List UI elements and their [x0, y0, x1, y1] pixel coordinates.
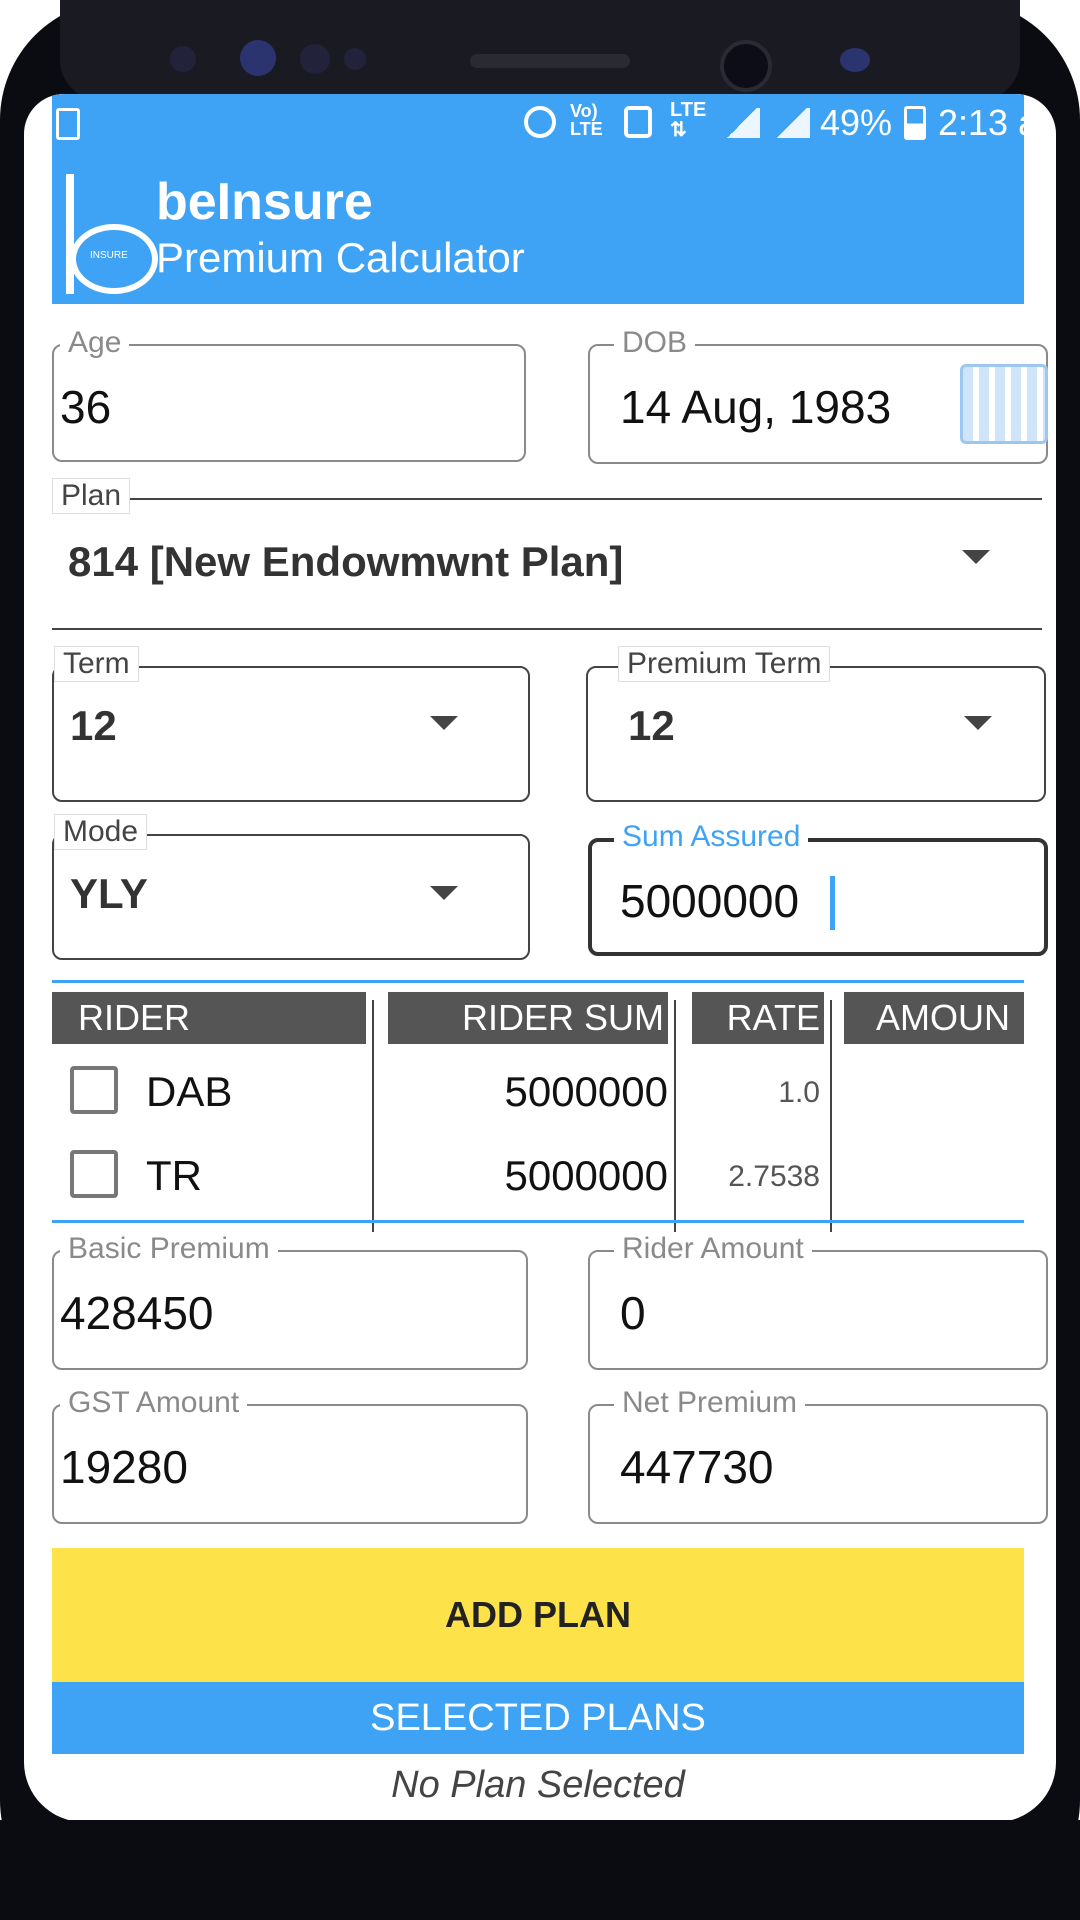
age-label: Age: [60, 326, 130, 360]
plan-label: Plan: [52, 478, 131, 514]
gst-amount-field: GST Amount 19280: [52, 1386, 528, 1524]
table-row: TR 5000000 2.7538: [52, 1138, 1024, 1224]
rider-name: TR: [146, 1152, 202, 1199]
no-plan-message: No Plan Selected: [391, 1764, 685, 1806]
dob-label: DOB: [614, 326, 696, 360]
dob-field[interactable]: DOB 14 Aug, 1983: [588, 326, 1048, 464]
plan-select[interactable]: Plan 814 [New Endowmwnt Plan]: [52, 478, 1042, 630]
selected-plans-header: SELECTED PLANS: [52, 1682, 1024, 1754]
alarm-icon: [524, 106, 556, 138]
chevron-down-icon: [964, 716, 992, 730]
battery-icon: [904, 106, 926, 140]
basic-premium-field: Basic Premium 428450: [52, 1232, 528, 1370]
rider-sum: 5000000: [504, 1152, 668, 1199]
phone-frame: Vo) LTE LTE ⇅ 49% 2:13 a INSURE beInsure…: [0, 0, 1080, 1920]
logo-stroke: [66, 174, 74, 294]
header-rider: RIDER: [52, 992, 366, 1044]
lte-icon: LTE ⇅: [670, 99, 707, 141]
rider-amount-value: 0: [620, 1287, 646, 1339]
mode-select[interactable]: Mode YLY: [52, 814, 530, 960]
app-root: Vo) LTE LTE ⇅ 49% 2:13 a INSURE beInsure…: [52, 94, 1048, 1822]
gst-amount-label: GST Amount: [60, 1386, 248, 1420]
add-plan-button[interactable]: ADD PLAN: [52, 1548, 1024, 1682]
mode-value: YLY: [70, 870, 148, 917]
nfc-icon: [624, 106, 652, 138]
earpiece-speaker: [470, 54, 630, 68]
divider: [52, 980, 1024, 983]
battery-percent: 49%: [820, 102, 893, 143]
premium-term-value: 12: [628, 702, 675, 749]
rider-name: DAB: [146, 1068, 233, 1115]
rider-sum: 5000000: [504, 1068, 668, 1115]
gst-amount-value: 19280: [60, 1441, 188, 1493]
age-field[interactable]: Age 36: [52, 326, 526, 462]
sensor-dot: [344, 48, 366, 70]
plan-value: 814 [New Endowmwnt Plan]: [68, 538, 624, 585]
header-amount: AMOUN: [844, 992, 1024, 1044]
volte-icon: Vo) LTE: [570, 101, 603, 139]
premium-term-select[interactable]: Premium Term 12: [586, 646, 1046, 802]
app-title: beInsure: [156, 173, 373, 231]
signal-icon: [724, 108, 760, 138]
sensor-dot: [170, 46, 196, 72]
dob-value: 14 Aug, 1983: [620, 381, 892, 433]
net-premium-label: Net Premium: [614, 1386, 806, 1420]
rider-amount-field: Rider Amount 0: [588, 1232, 1048, 1370]
tr-checkbox[interactable]: [70, 1150, 118, 1198]
age-value: 36: [60, 381, 112, 433]
sensor-dot: [840, 48, 870, 72]
net-premium-value: 447730: [620, 1441, 774, 1493]
chevron-down-icon: [430, 716, 458, 730]
mode-label: Mode: [54, 814, 148, 850]
table-row: DAB 5000000 1.0: [52, 1052, 1024, 1138]
sum-assured-value: 5000000: [620, 875, 800, 927]
device-bezel: Vo) LTE LTE ⇅ 49% 2:13 a INSURE beInsure…: [0, 0, 1080, 1920]
front-camera: [720, 40, 772, 92]
app-subtitle: Premium Calculator: [156, 234, 525, 281]
sum-assured-field[interactable]: Sum Assured 5000000: [588, 820, 1048, 956]
chevron-down-icon: [962, 550, 990, 564]
term-label: Term: [54, 646, 139, 682]
basic-premium-value: 428450: [60, 1287, 214, 1339]
rider-amount-label: Rider Amount: [614, 1232, 812, 1266]
sensor-dot: [240, 40, 276, 76]
term-value: 12: [70, 702, 117, 749]
header-rider-sum: RIDER SUM: [388, 992, 668, 1044]
rider-rate: 2.7538: [728, 1160, 820, 1193]
status-bar: Vo) LTE LTE ⇅ 49% 2:13 a: [52, 94, 1038, 154]
basic-premium-label: Basic Premium: [60, 1232, 278, 1266]
text-cursor: [830, 876, 835, 930]
header-rate: RATE: [692, 992, 824, 1044]
clock: 2:13 a: [938, 102, 1039, 143]
net-premium-field: Net Premium 447730: [588, 1386, 1048, 1524]
rider-table: RIDER RIDER SUM RATE AMOUN DAB 5000000 1…: [52, 992, 1024, 1232]
logo-text: INSURE: [90, 250, 128, 261]
chevron-down-icon: [430, 886, 458, 900]
premium-term-label: Premium Term: [618, 646, 831, 682]
device-top-bezel: [60, 0, 1020, 100]
dab-checkbox[interactable]: [70, 1066, 118, 1114]
device-bottom-bezel: [0, 1820, 1080, 1920]
app-bar: INSURE beInsure Premium Calculator: [52, 154, 1024, 304]
term-select[interactable]: Term 12: [52, 646, 530, 802]
calendar-icon[interactable]: [960, 364, 1048, 444]
signal-icon: [774, 108, 810, 138]
sum-assured-label: Sum Assured: [614, 820, 809, 854]
notification-icon: [56, 108, 80, 140]
sensor-dot: [300, 44, 330, 74]
divider: [52, 1220, 1024, 1223]
screen: Vo) LTE LTE ⇅ 49% 2:13 a INSURE beInsure…: [24, 94, 1056, 1822]
rider-rate: 1.0: [778, 1076, 820, 1109]
